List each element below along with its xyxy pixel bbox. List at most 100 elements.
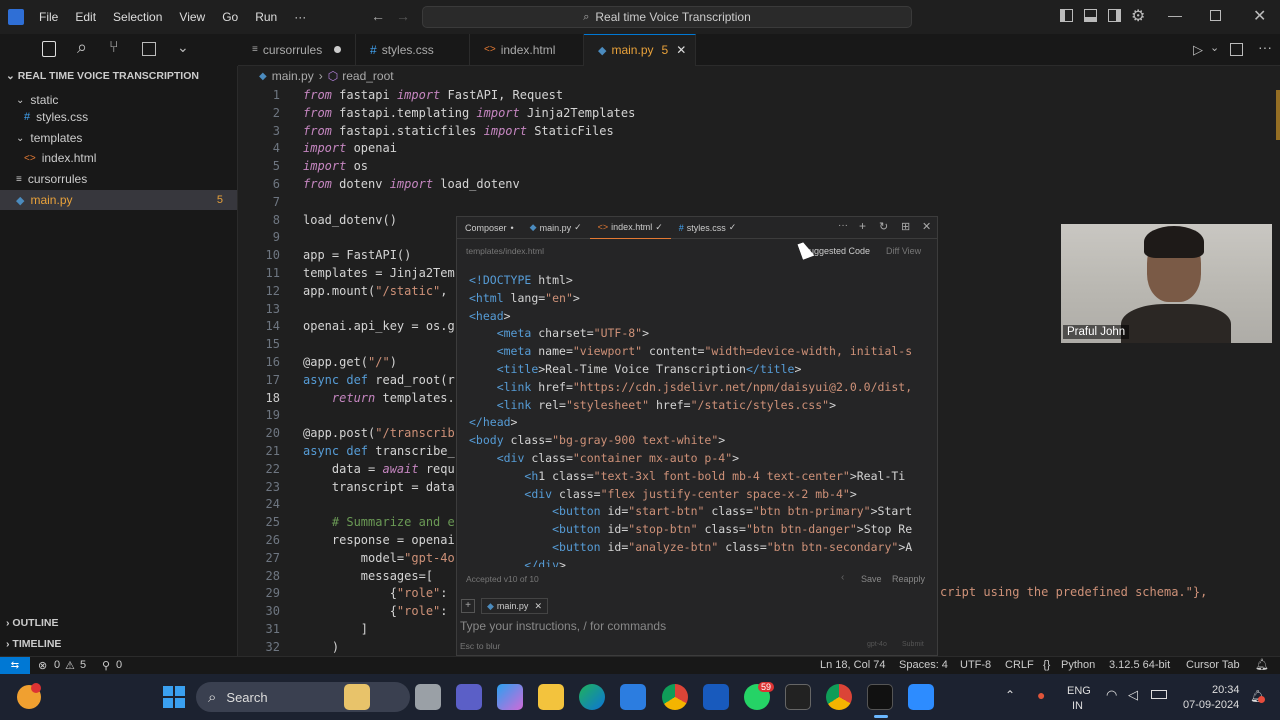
code-line[interactable]: model="gpt-4o (303, 551, 455, 565)
composer-code-line[interactable]: <button id="stop-btn" class="btn btn-dan… (469, 522, 912, 536)
tab-composer-index-html[interactable]: <> index.html ✓ (589, 217, 671, 239)
restore-icon[interactable] (1210, 10, 1221, 21)
composer-code-line[interactable]: <meta charset="UTF-8"> (469, 326, 649, 340)
code-line[interactable]: return templates. (303, 391, 455, 405)
code-line[interactable]: from fastapi.staticfiles import StaticFi… (303, 124, 614, 138)
code-line[interactable]: async def transcribe_ (303, 444, 455, 458)
start-button[interactable] (163, 686, 185, 708)
line-ending[interactable]: CRLF (1005, 659, 1034, 671)
code-line[interactable]: import openai (303, 141, 397, 155)
code-line[interactable]: async def read_root(r (303, 373, 455, 387)
chevron-down-icon[interactable]: ⌄ (177, 39, 189, 56)
more-actions-icon[interactable]: ··· (1258, 39, 1272, 55)
bell-icon[interactable]: 🔔︎ (1255, 658, 1269, 671)
composer-code-line[interactable]: <!DOCTYPE html> (469, 273, 573, 287)
code-line[interactable]: from dotenv import load_dotenv (303, 177, 520, 191)
tab-index-html[interactable]: <> index.html (470, 33, 584, 66)
code-line[interactable]: messages=[ (303, 569, 433, 583)
indentation[interactable]: Spaces: 4 (899, 659, 948, 671)
clock-time[interactable]: 20:34 (1212, 684, 1240, 696)
outline-section[interactable]: › OUTLINE (6, 617, 59, 629)
chevron-down-icon[interactable]: ⌄ (1210, 41, 1219, 54)
word-icon[interactable] (703, 684, 729, 710)
error-count[interactable]: 0 (54, 659, 60, 671)
composer-code-line[interactable]: <link href="https://cdn.jsdelivr.net/npm… (469, 380, 912, 394)
chrome-profile-icon[interactable] (826, 684, 852, 710)
menu-view[interactable]: View (179, 10, 205, 24)
menu-file[interactable]: File (39, 10, 58, 24)
code-line[interactable]: app = FastAPI() (303, 248, 411, 262)
code-line[interactable]: templates = Jinja2Tem (303, 266, 455, 280)
menu-more[interactable]: ··· (294, 10, 306, 24)
close-window-icon[interactable]: ✕ (1253, 6, 1266, 26)
edge-icon[interactable] (579, 684, 605, 710)
code-line[interactable]: {"role": (303, 586, 448, 600)
submit-button[interactable]: Submit (902, 641, 924, 648)
tab-styles-css[interactable]: # styles.css (356, 33, 470, 66)
close-icon[interactable]: ✕ (534, 601, 542, 612)
model-selector[interactable]: gpt-4o (867, 641, 887, 648)
composer-code-line[interactable]: <meta name="viewport" content="width=dev… (469, 344, 912, 358)
diff-view-tab[interactable]: Diff View (886, 246, 921, 256)
tree-folder-templates[interactable]: ⌄ templates (16, 128, 82, 148)
reapply-button[interactable]: Reapply (892, 574, 925, 584)
composer-code-line[interactable]: </div> (469, 558, 566, 567)
tab-composer-styles-css[interactable]: # styles.css ✓ (671, 217, 745, 239)
ports-count[interactable]: 0 (116, 659, 122, 671)
menu-run[interactable]: Run (255, 10, 277, 24)
composer-code[interactable]: <!DOCTYPE html> <html lang="en"> <head> <m… (457, 269, 927, 567)
file-explorer-task-icon[interactable] (415, 684, 441, 710)
tab-main-py[interactable]: ◆ main.py 5 ✕ (584, 33, 696, 66)
code-line[interactable]: load_dotenv() (303, 213, 397, 227)
context-chip-main-py[interactable]: ◆ main.py ✕ (481, 598, 548, 614)
expand-icon[interactable]: ⊞ (901, 220, 910, 233)
error-icon[interactable]: ⊗ (38, 659, 47, 672)
explorer-section-header[interactable]: ⌄ REAL TIME VOICE TRANSCRIPTION (6, 70, 199, 82)
ports-icon[interactable]: ⚲ (102, 659, 110, 672)
tree-file-styles-css[interactable]: # styles.css (24, 107, 88, 127)
back-arrow-icon[interactable]: ← (371, 8, 385, 24)
folder-icon[interactable] (538, 684, 564, 710)
close-icon[interactable]: ✕ (922, 220, 931, 233)
store-icon[interactable] (620, 684, 646, 710)
toggle-sidebar-icon[interactable] (1060, 9, 1073, 22)
battery-icon[interactable] (1151, 690, 1167, 699)
composer-code-line[interactable]: <title>Real-Time Voice Transcription</ti… (469, 362, 802, 376)
cursor-app-icon[interactable] (867, 684, 893, 710)
code-line[interactable]: ] (303, 622, 368, 636)
tab-composer[interactable]: Composer • (457, 217, 522, 239)
save-button[interactable]: Save (861, 574, 882, 584)
terminal-icon[interactable] (785, 684, 811, 710)
zoom-icon[interactable] (908, 684, 934, 710)
tab-cursorrules[interactable]: ≡ cursorrules (238, 33, 356, 66)
tree-file-cursorrules[interactable]: ≡ cursorrules (16, 169, 87, 189)
add-context-icon[interactable]: + (461, 599, 475, 613)
clock-date[interactable]: 07-09-2024 (1183, 699, 1239, 711)
code-line[interactable]: @app.post("/transcrib (303, 426, 455, 440)
composer-code-line[interactable]: </head> (469, 415, 517, 429)
code-line[interactable]: {"role": (303, 604, 448, 618)
chrome-icon[interactable] (662, 684, 688, 710)
code-line[interactable]: openai.api_key = os.g (303, 319, 455, 333)
language-mode[interactable]: Python (1061, 659, 1095, 671)
menu-selection[interactable]: Selection (113, 10, 162, 24)
composer-code-line[interactable]: <body class="bg-gray-900 text-white"> (469, 433, 725, 447)
chevron-left-icon[interactable]: ‹ (841, 572, 844, 583)
history-icon[interactable]: ↻ (879, 220, 888, 233)
code-line[interactable]: app.mount("/static", (303, 284, 448, 298)
menu-edit[interactable]: Edit (75, 10, 96, 24)
forward-arrow-icon[interactable]: → (396, 8, 410, 24)
code-line[interactable]: response = openai (303, 533, 455, 547)
minimize-icon[interactable]: — (1168, 7, 1182, 23)
bird-app-icon[interactable] (344, 684, 370, 710)
volume-icon[interactable]: ◁ (1128, 687, 1138, 703)
extensions-icon[interactable] (142, 42, 156, 56)
composer-code-line[interactable]: <h1 class="text-3xl font-bold mb-4 text-… (469, 469, 905, 483)
code-line[interactable]: from fastapi.templating import Jinja2Tem… (303, 106, 635, 120)
source-control-icon[interactable]: ⑂ (109, 39, 119, 57)
toggle-secondary-sidebar-icon[interactable] (1108, 9, 1121, 22)
wifi-icon[interactable]: ◠ (1106, 687, 1117, 703)
composer-code-line[interactable]: <div class="container mx-auto p-4"> (469, 451, 739, 465)
composer-code-line[interactable]: <button id="analyze-btn" class="btn btn-… (469, 540, 912, 554)
code-line[interactable]: @app.get("/") (303, 355, 397, 369)
